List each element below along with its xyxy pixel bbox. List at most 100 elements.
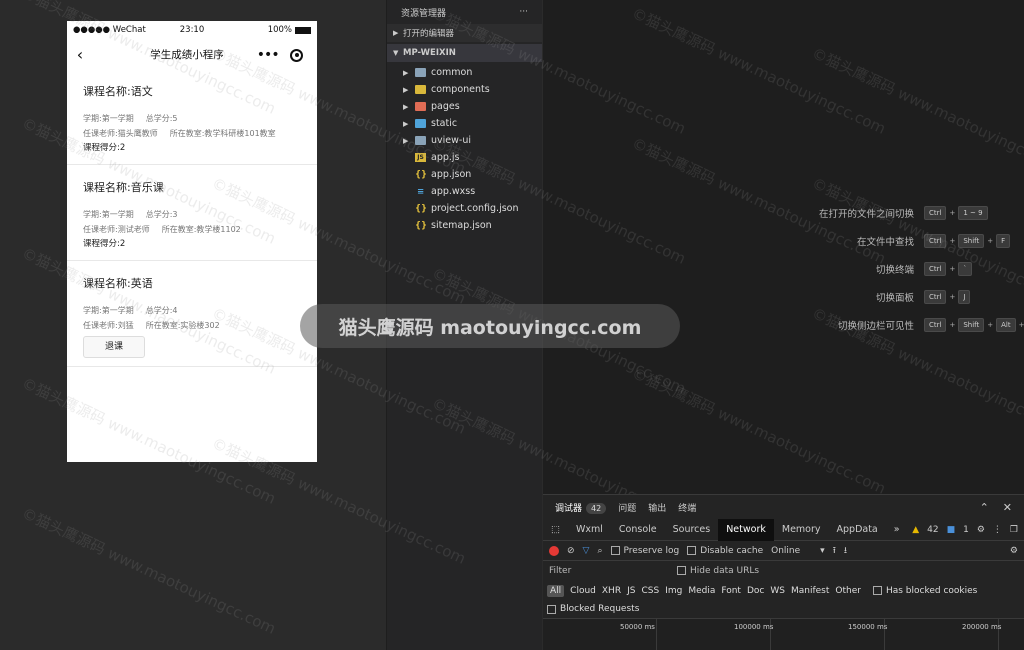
more-tabs-icon[interactable]: » <box>886 519 908 541</box>
folder-item[interactable]: ▶ static <box>387 115 542 132</box>
plus-sign: + <box>949 265 956 273</box>
tab-console[interactable]: Console <box>611 519 665 541</box>
key-cap: Ctrl <box>924 234 947 248</box>
tab-wxml[interactable]: Wxml <box>568 519 611 541</box>
timeline-tick-label: 100000 ms <box>734 623 774 631</box>
type-filter-ws[interactable]: WS <box>770 586 785 596</box>
tab-terminal[interactable]: 终端 <box>678 501 696 514</box>
checkbox[interactable] <box>610 545 620 555</box>
kebab-menu-icon[interactable]: ⋮ <box>993 525 1002 535</box>
course-room: 所在教室:教学楼1102 <box>161 225 241 234</box>
chevron-right-icon: ▶ <box>403 119 409 128</box>
plus-sign: + <box>987 321 994 329</box>
search-icon[interactable]: ⌕ <box>597 546 602 556</box>
tab-sources[interactable]: Sources <box>665 519 719 541</box>
course-card: 课程名称:英语 学期:第一学期 总学分:4 任课老师:刘猛 所在教室:实验楼302 … <box>67 261 317 367</box>
throttle-select[interactable]: Online ▾ <box>771 546 825 556</box>
course-name: 课程名称:英语 <box>83 277 153 290</box>
shortcut-row: 在打开的文件之间切换 Ctrl +1 ~ 9 <box>714 206 1024 220</box>
upload-icon[interactable]: ⭱ <box>833 543 836 559</box>
blocked-requests-toggle[interactable]: Blocked Requests <box>543 601 1024 617</box>
file-item[interactable]: ≡ app.wxss <box>387 183 542 200</box>
clear-icon[interactable]: ⊘ <box>567 546 575 556</box>
blocked-requests-label: Blocked Requests <box>560 604 640 614</box>
type-filter-font[interactable]: Font <box>721 586 741 596</box>
folder-item[interactable]: ▶ uview-ui <box>387 132 542 149</box>
more-dots-icon[interactable]: ••• <box>257 47 280 63</box>
message-count: 1 <box>963 524 969 535</box>
course-score: 课程得分:2 <box>83 239 126 249</box>
filter-row: Filter Hide data URLs <box>543 561 1024 581</box>
plus-sign: + <box>949 237 956 245</box>
tab-memory[interactable]: Memory <box>774 519 829 541</box>
folder-item[interactable]: ▶ components <box>387 81 542 98</box>
type-filter-js[interactable]: JS <box>627 586 635 596</box>
type-filter-manifest[interactable]: Manifest <box>791 586 829 596</box>
inspect-icon[interactable]: ⬚ <box>543 519 568 541</box>
menu-capsule[interactable]: ••• <box>251 44 309 66</box>
tab-output[interactable]: 输出 <box>648 501 666 514</box>
phone-screen: ●●●●● WeChat 23:10 100% ‹ 学生成绩小程序 ••• 课程… <box>67 21 317 462</box>
folder-item[interactable]: ▶ pages <box>387 98 542 115</box>
course-teacher: 任课老师:猫头鹰教师 <box>83 129 158 138</box>
filter-funnel-icon[interactable]: ▽ <box>583 546 590 556</box>
type-filter-cloud[interactable]: Cloud <box>570 586 596 596</box>
shortcut-label: 切换终端 <box>875 265 914 276</box>
shortcut-label: 切换侧边栏可见性 <box>837 321 914 332</box>
file-item[interactable]: JS app.js <box>387 149 542 166</box>
filter-input[interactable]: Filter <box>547 563 677 579</box>
hide-data-urls-toggle[interactable]: Hide data URLs <box>677 566 759 576</box>
checkbox[interactable] <box>687 545 697 555</box>
folder-item[interactable]: ▶ common <box>387 64 542 81</box>
tree-item-label: pages <box>431 101 460 112</box>
type-filter-media[interactable]: Media <box>688 586 715 596</box>
tab-problems[interactable]: 问题 <box>618 501 636 514</box>
file-item[interactable]: {} sitemap.json <box>387 217 542 234</box>
type-filter-img[interactable]: Img <box>665 586 682 596</box>
course-teacher-room: 任课老师:测试老师 所在教室:教学楼1102 <box>83 222 301 237</box>
settings-gear-icon[interactable]: ⚙ <box>977 525 985 535</box>
disable-cache-toggle[interactable]: Disable cache <box>687 545 763 556</box>
checkbox[interactable] <box>872 586 882 595</box>
shortcut-row: 在文件中查找 Ctrl + Shift + F <box>714 234 1024 248</box>
file-tree: ▶ common ▶ components ▶ pages ▶ static ▶ uview-ui… <box>387 62 542 234</box>
drop-course-button[interactable]: 退课 <box>83 336 145 358</box>
close-icon[interactable]: ✕ <box>1003 501 1012 514</box>
course-teacher-room: 任课老师:猫头鹰教师 所在教室:教学科研楼101教室 <box>83 126 301 141</box>
course-credits: 总学分:3 <box>145 210 178 219</box>
message-icon[interactable]: ■ <box>947 525 956 535</box>
more-actions-icon[interactable]: ··· <box>519 7 528 17</box>
chevron-up-icon[interactable]: ⌃ <box>980 501 989 514</box>
explorer-header: 资源管理器 ··· <box>387 0 542 24</box>
back-arrow-icon[interactable]: ‹ <box>69 39 91 69</box>
folder-icon <box>415 102 426 111</box>
shortcut-row: 切换终端 Ctrl + ` <box>714 262 1024 276</box>
network-settings-gear-icon[interactable]: ⚙ <box>1010 546 1024 556</box>
close-circle-icon[interactable] <box>290 48 304 62</box>
download-icon[interactable]: ⭳ <box>844 543 847 559</box>
checkbox[interactable] <box>547 604 556 614</box>
type-filter-doc[interactable]: Doc <box>747 586 764 596</box>
tab-network[interactable]: Network <box>718 518 774 541</box>
type-filter-other[interactable]: Other <box>835 586 861 596</box>
record-icon[interactable] <box>549 545 559 556</box>
timeline-tick-label: 200000 ms <box>962 623 1002 631</box>
project-section[interactable]: ▼ MP-WEIXIN <box>387 44 542 62</box>
course-term: 学期:第一学期 <box>83 306 134 315</box>
shortcut-row: 切换面板 Ctrl + J <box>714 290 1024 304</box>
tab-debugger[interactable]: 调试器 42 <box>555 501 607 514</box>
checkbox[interactable] <box>677 566 686 575</box>
nav-bar: ‹ 学生成绩小程序 ••• <box>67 39 317 69</box>
type-filter-css[interactable]: CSS <box>641 586 659 596</box>
dock-icon[interactable]: ❐ <box>1010 525 1018 535</box>
file-item[interactable]: {} app.json <box>387 166 542 183</box>
has-blocked-cookies-toggle[interactable]: Has blocked cookies <box>872 586 977 596</box>
open-editors-section[interactable]: ▶ 打开的编辑器 <box>387 24 542 42</box>
type-filter-xhr[interactable]: XHR <box>602 586 621 596</box>
preserve-log-toggle[interactable]: Preserve log <box>610 545 679 556</box>
file-item[interactable]: {} project.config.json <box>387 200 542 217</box>
tab-appdata[interactable]: AppData <box>829 519 886 541</box>
key-cap: Ctrl <box>924 262 947 276</box>
warning-icon[interactable]: ▲ <box>912 525 919 535</box>
type-filter-all[interactable]: All <box>547 585 565 597</box>
